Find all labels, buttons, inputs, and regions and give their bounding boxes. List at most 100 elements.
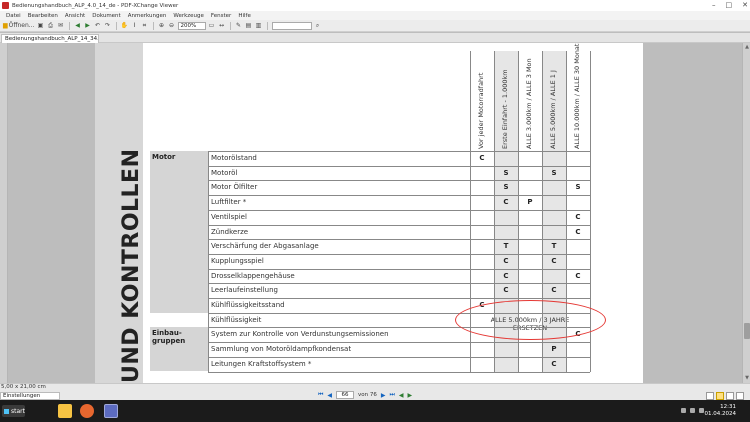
toolbar-separator: [229, 21, 231, 30]
scroll-thumb[interactable]: [744, 323, 750, 339]
table-row-label: Kupplungsspiel: [211, 256, 264, 265]
column-header: ALLE 3.000km / ALLE 3 Mon: [525, 58, 533, 149]
left-panel-strip[interactable]: [0, 43, 8, 383]
last-page-icon[interactable]: ⏭: [390, 391, 395, 399]
table-cell-mark: C: [503, 256, 509, 265]
prev-page-icon[interactable]: ◀: [327, 392, 332, 399]
menu-bearbeiten[interactable]: Bearbeiten: [28, 13, 58, 19]
table-cell-mark: S: [503, 183, 509, 192]
table-cell-mark: T: [551, 242, 557, 251]
forward-icon[interactable]: ▶: [84, 21, 92, 30]
back-icon[interactable]: ◀: [74, 21, 82, 30]
continuous-facing-view-icon[interactable]: [736, 392, 744, 400]
folder-icon: ▆: [3, 22, 8, 29]
minimize-button[interactable]: –: [712, 1, 716, 9]
menu-ansicht[interactable]: Ansicht: [65, 13, 85, 19]
row-divider: [208, 195, 590, 196]
next-page-icon[interactable]: ▶: [381, 392, 386, 399]
fit-page-icon[interactable]: ▭: [208, 21, 216, 30]
table-cell-mark: C: [503, 286, 509, 295]
table-row-label: Zündkerze: [211, 227, 249, 236]
menu-bar: Datei Bearbeiten Ansicht Dokument Anmerk…: [0, 11, 750, 20]
table-cell-mark: P: [527, 198, 533, 207]
annotation-circle: [455, 300, 606, 340]
table-row-label: System zur Kontrolle von Verdunstungsemi…: [211, 330, 389, 339]
select-text-icon[interactable]: I: [131, 21, 139, 30]
maximize-button[interactable]: □: [726, 1, 733, 9]
menu-anmerkungen[interactable]: Anmerkungen: [128, 13, 167, 19]
redo-icon[interactable]: ↷: [104, 21, 112, 30]
taskbar: start 12:31 01.04.2024: [0, 400, 750, 422]
toolbar-separator: [115, 21, 117, 30]
settings-dropdown[interactable]: Einstellungen: [0, 392, 60, 400]
fit-width-icon[interactable]: ↔: [218, 21, 226, 30]
zoom-out-icon[interactable]: ⊖: [168, 21, 176, 30]
save-icon[interactable]: ▣: [37, 21, 45, 30]
back-view-icon[interactable]: ◀: [399, 392, 404, 399]
table-row-label: Kühlflüssigkeit: [211, 315, 262, 324]
open-button[interactable]: ▆ Öffnen...: [3, 21, 35, 30]
pdf-viewer-taskbar-icon[interactable]: [104, 404, 118, 418]
table-cell-mark: C: [503, 271, 509, 280]
menu-fenster[interactable]: Fenster: [211, 13, 231, 19]
zoom-input[interactable]: 200%: [177, 21, 206, 30]
row-divider: [208, 165, 590, 167]
hand-tool-icon[interactable]: ✋: [121, 21, 129, 30]
side-title-text: UND KONTROLLEN: [119, 148, 144, 384]
title-bar: Bedienungshandbuch_ALP_4.0_14_de - PDF-X…: [0, 0, 750, 11]
clock[interactable]: 12:31 01.04.2024: [705, 404, 737, 418]
start-button[interactable]: start: [2, 405, 25, 417]
highlight-icon[interactable]: ▤: [245, 21, 253, 30]
row-divider: [208, 268, 590, 270]
row-divider: [208, 298, 590, 299]
email-icon[interactable]: ✉: [57, 21, 65, 30]
page-total: von 76: [358, 392, 377, 398]
column-header: Erste Einfahrt - 1.000km: [501, 69, 509, 149]
row-divider: [208, 342, 590, 343]
continuous-view-icon[interactable]: [716, 392, 724, 400]
forward-view-icon[interactable]: ▶: [408, 392, 413, 399]
search-input[interactable]: [271, 21, 312, 30]
tray-network-icon[interactable]: [681, 408, 686, 413]
table-cell-mark: P: [551, 345, 557, 354]
firefox-icon[interactable]: [80, 404, 94, 418]
print-icon[interactable]: ⎙: [47, 21, 55, 30]
category-label: Einbau- gruppen: [152, 329, 186, 346]
scroll-up-icon[interactable]: ▲: [744, 44, 750, 50]
open-label: Öffnen...: [8, 22, 35, 29]
window-title: Bedienungshandbuch_ALP_4.0_14_de - PDF-X…: [12, 2, 179, 9]
vertical-scrollbar[interactable]: ▲ ▼: [742, 43, 750, 383]
table-cell-mark: S: [575, 183, 581, 192]
clock-date: 01.04.2024: [704, 411, 737, 417]
table-cell-mark: C: [551, 359, 557, 368]
toolbar-separator: [68, 21, 70, 30]
first-page-icon[interactable]: ⏮: [318, 391, 323, 399]
menu-hilfe[interactable]: Hilfe: [238, 13, 251, 19]
single-page-view-icon[interactable]: [706, 392, 714, 400]
menu-datei[interactable]: Datei: [6, 13, 21, 19]
scroll-down-icon[interactable]: ▼: [744, 375, 750, 381]
zoom-in-icon[interactable]: ⊕: [158, 21, 166, 30]
tray-volume-icon[interactable]: [690, 408, 695, 413]
current-page-input[interactable]: 66: [336, 391, 355, 399]
page-size-readout: 5,00 x 21,00 cm: [1, 384, 46, 390]
table-row-label: Ventilspiel: [211, 212, 247, 221]
table-row-label: Verschärfung der Abgasanlage: [211, 242, 319, 251]
undo-icon[interactable]: ↶: [94, 21, 102, 30]
stamp-icon[interactable]: ▥: [255, 21, 263, 30]
snapshot-icon[interactable]: ⌗: [141, 21, 149, 30]
file-explorer-icon[interactable]: [58, 404, 72, 418]
column-header: Vor jeder Motorradfahrt: [477, 72, 485, 149]
menu-dokument[interactable]: Dokument: [92, 13, 121, 19]
document-tab[interactable]: Bedienungshandbuch_ALP_14_34...: [1, 34, 99, 43]
facing-view-icon[interactable]: [726, 392, 734, 400]
tray-language-icon[interactable]: [699, 408, 704, 413]
close-button[interactable]: ✕: [742, 1, 748, 9]
row-divider: [208, 209, 590, 211]
clock-time: 12:31: [720, 404, 736, 410]
search-icon[interactable]: ⌕: [314, 21, 322, 30]
comment-icon[interactable]: ✎: [235, 21, 243, 30]
table-row-label: Kühlflüssigkeitsstand: [211, 301, 285, 309]
table-row-label: Drosselklappengehäuse: [211, 271, 295, 280]
menu-werkzeuge[interactable]: Werkzeuge: [173, 13, 204, 19]
